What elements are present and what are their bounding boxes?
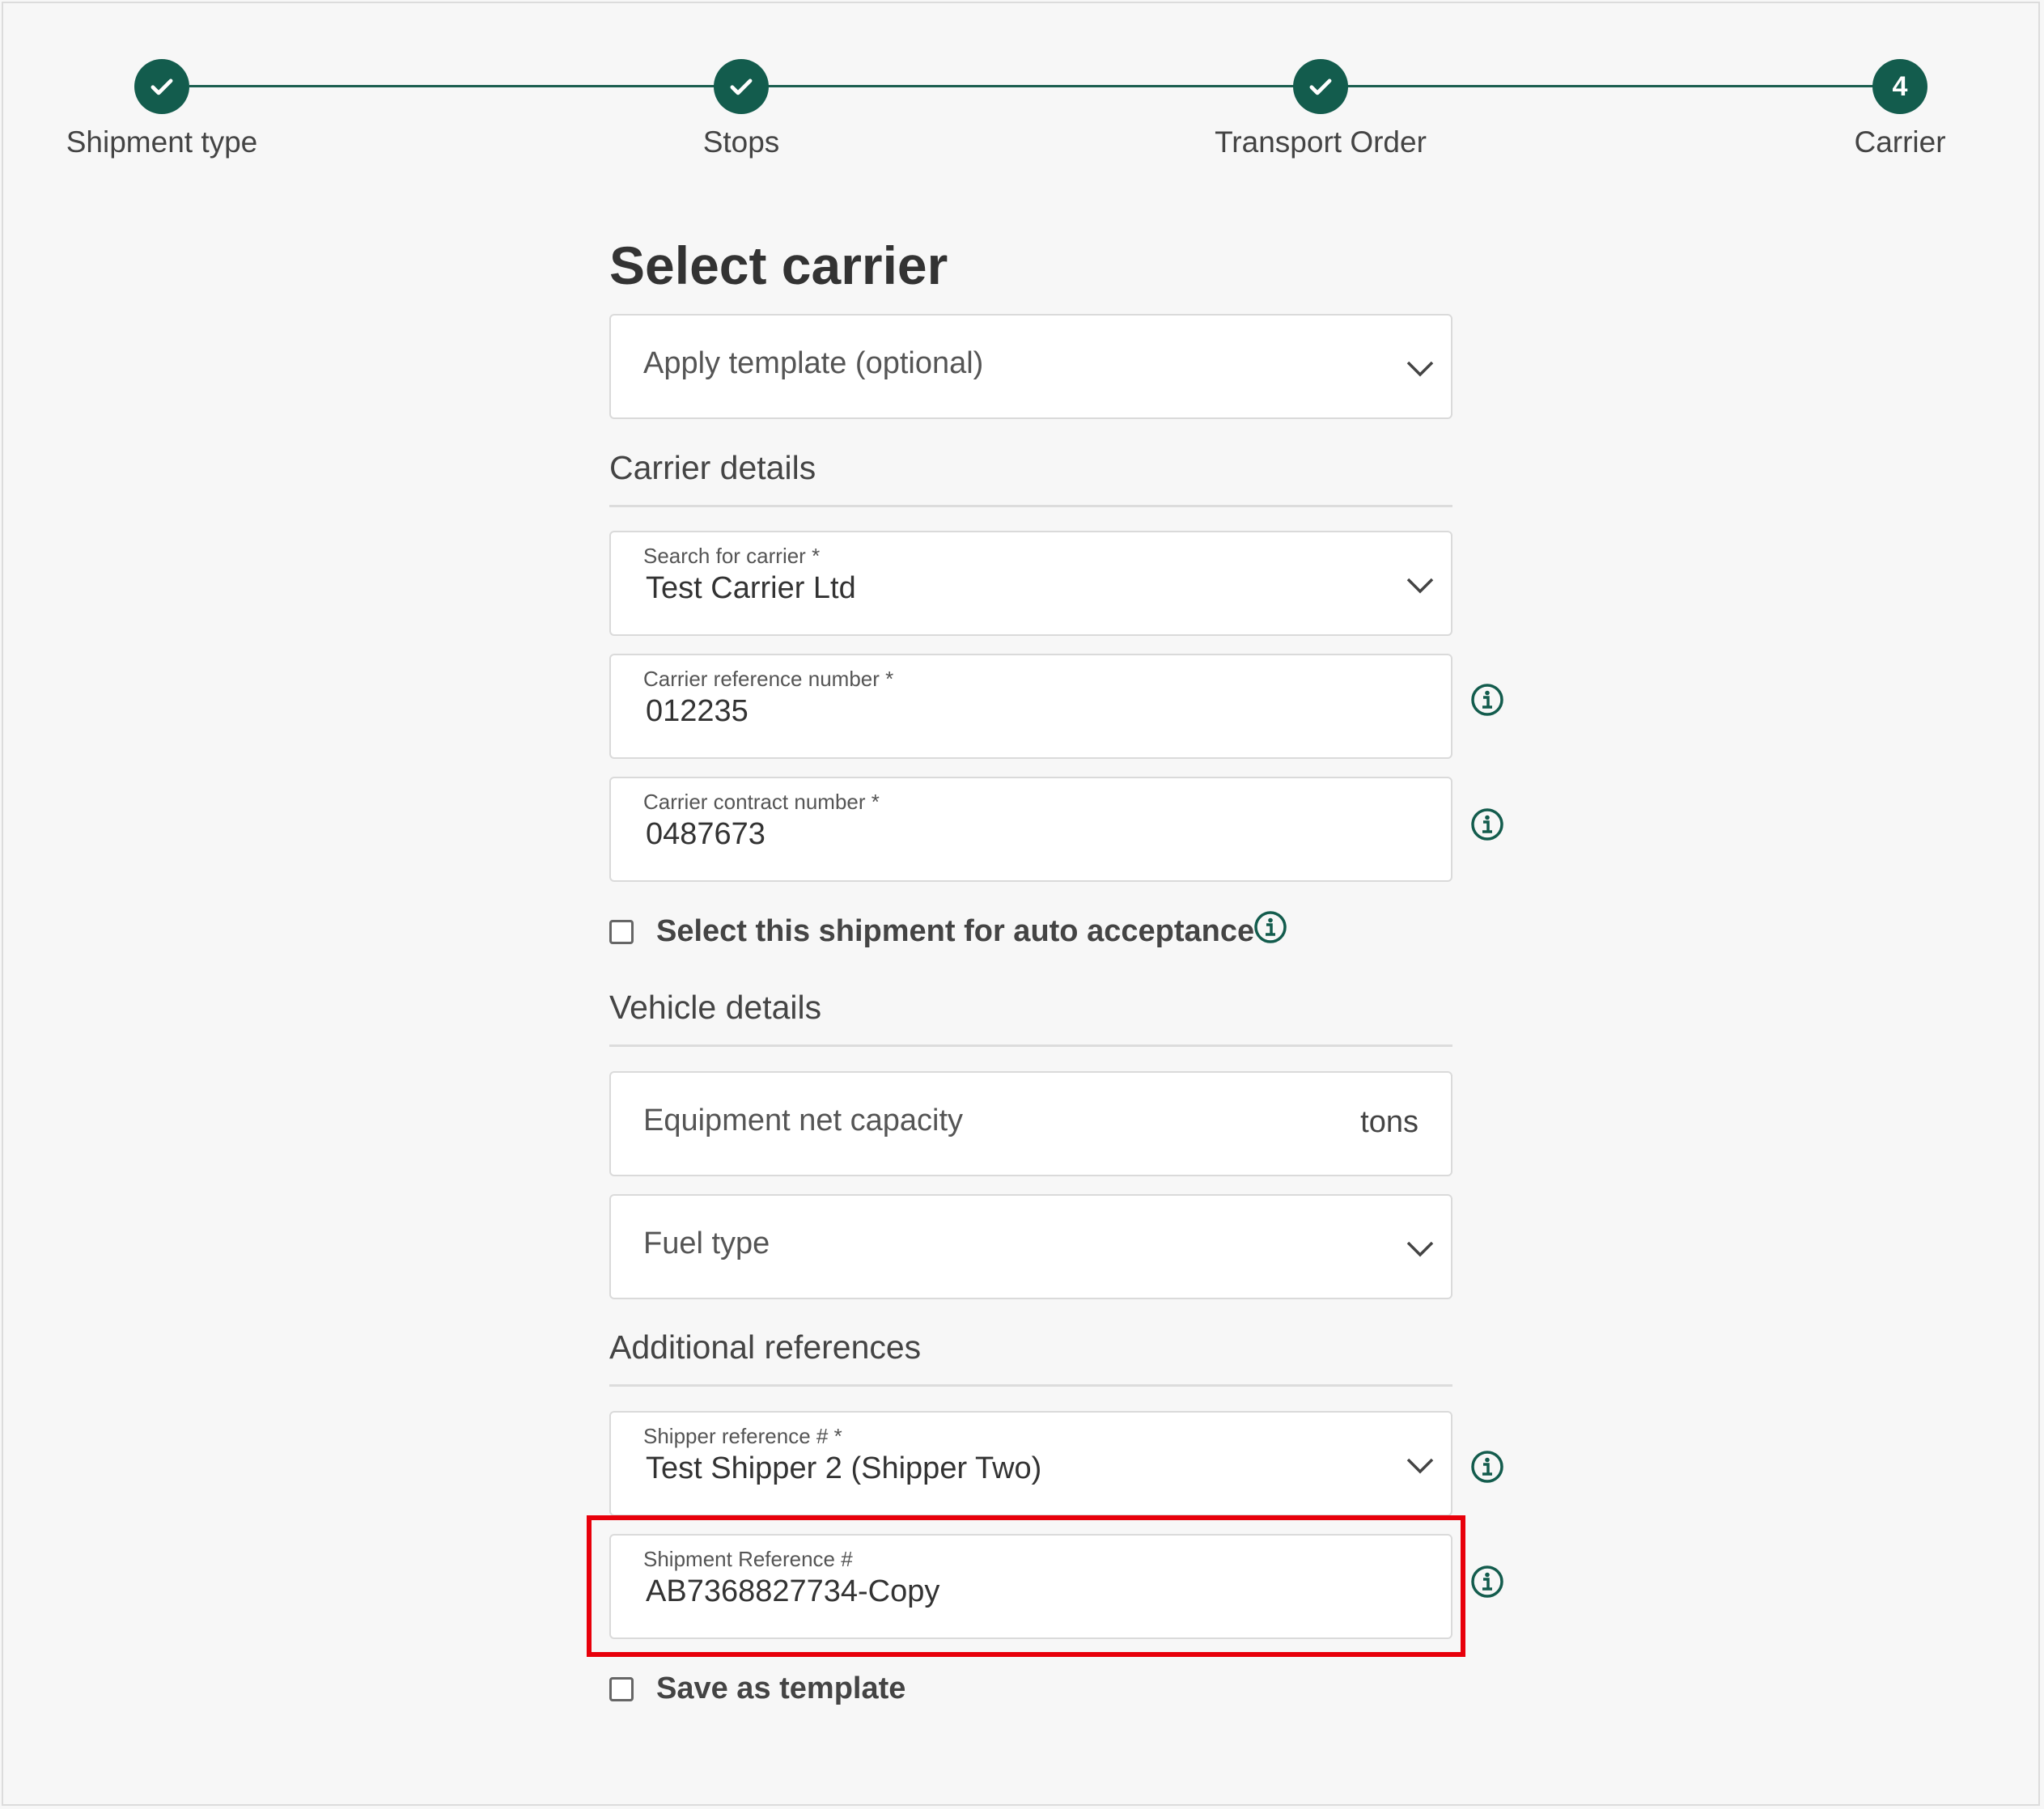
carrier-reference-label: Carrier reference number *	[643, 667, 894, 691]
carrier-contract-label: Carrier contract number *	[643, 790, 880, 814]
auto-acceptance-checkbox[interactable]	[609, 919, 634, 944]
fuel-placeholder: Fuel type	[643, 1226, 770, 1260]
chevron-down-icon	[1406, 1458, 1434, 1474]
stepper-line-final	[1525, 85, 1913, 87]
chevron-down-icon	[1406, 1241, 1434, 1257]
checkmark-icon	[134, 59, 189, 114]
equipment-capacity-field[interactable]: Equipment net capacity tons	[609, 1071, 1452, 1176]
carrier-reference-field[interactable]: Carrier reference number * 012235	[609, 654, 1452, 759]
step-label: Carrier	[1854, 125, 1946, 159]
carrier-contract-value: 0487673	[646, 817, 765, 851]
save-template-label: Save as template	[656, 1671, 906, 1705]
save-template-row: Save as template	[609, 1671, 905, 1706]
search-carrier-value: Test Carrier Ltd	[646, 571, 856, 605]
info-icon[interactable]	[1469, 1449, 1505, 1485]
step-label: Stops	[702, 125, 780, 159]
carrier-contract-field[interactable]: Carrier contract number * 0487673	[609, 777, 1452, 882]
section-vehicle-details: Vehicle details	[609, 989, 1452, 1047]
auto-acceptance-label: Select this shipment for auto acceptance	[656, 914, 1255, 948]
checkmark-icon	[1293, 59, 1348, 114]
chevron-down-icon	[1406, 578, 1434, 594]
capacity-unit: tons	[1360, 1105, 1419, 1139]
info-icon[interactable]	[1469, 682, 1505, 718]
search-carrier-select[interactable]: Search for carrier * Test Carrier Ltd	[609, 531, 1452, 636]
capacity-placeholder: Equipment net capacity	[643, 1104, 964, 1138]
shipper-reference-label: Shipper reference # *	[643, 1424, 842, 1448]
progress-stepper: Shipment type Stops Transport Order 4 Ca…	[0, 0, 2044, 178]
save-template-checkbox[interactable]	[609, 1676, 634, 1701]
shipper-reference-value: Test Shipper 2 (Shipper Two)	[646, 1451, 1042, 1485]
search-carrier-label: Search for carrier *	[643, 544, 821, 568]
chevron-down-icon	[1406, 361, 1434, 377]
checkmark-icon	[714, 59, 769, 114]
fuel-type-select[interactable]: Fuel type	[609, 1194, 1452, 1299]
template-placeholder: Apply template (optional)	[643, 346, 984, 380]
shipper-reference-select[interactable]: Shipper reference # * Test Shipper 2 (Sh…	[609, 1411, 1452, 1516]
step-label: Transport Order	[1215, 125, 1427, 159]
carrier-reference-value: 012235	[646, 694, 748, 728]
step-label: Shipment type	[66, 125, 258, 159]
highlight-box	[587, 1515, 1465, 1657]
page-title: Select carrier	[609, 235, 948, 295]
section-additional-references: Additional references	[609, 1328, 1452, 1387]
auto-acceptance-row: Select this shipment for auto acceptance	[609, 914, 1254, 949]
info-icon[interactable]	[1469, 807, 1505, 842]
info-icon[interactable]	[1253, 909, 1288, 945]
section-carrier-details: Carrier details	[609, 449, 1452, 507]
apply-template-select[interactable]: Apply template (optional)	[609, 314, 1452, 419]
info-icon[interactable]	[1469, 1564, 1505, 1599]
step-number: 4	[1872, 59, 1927, 114]
